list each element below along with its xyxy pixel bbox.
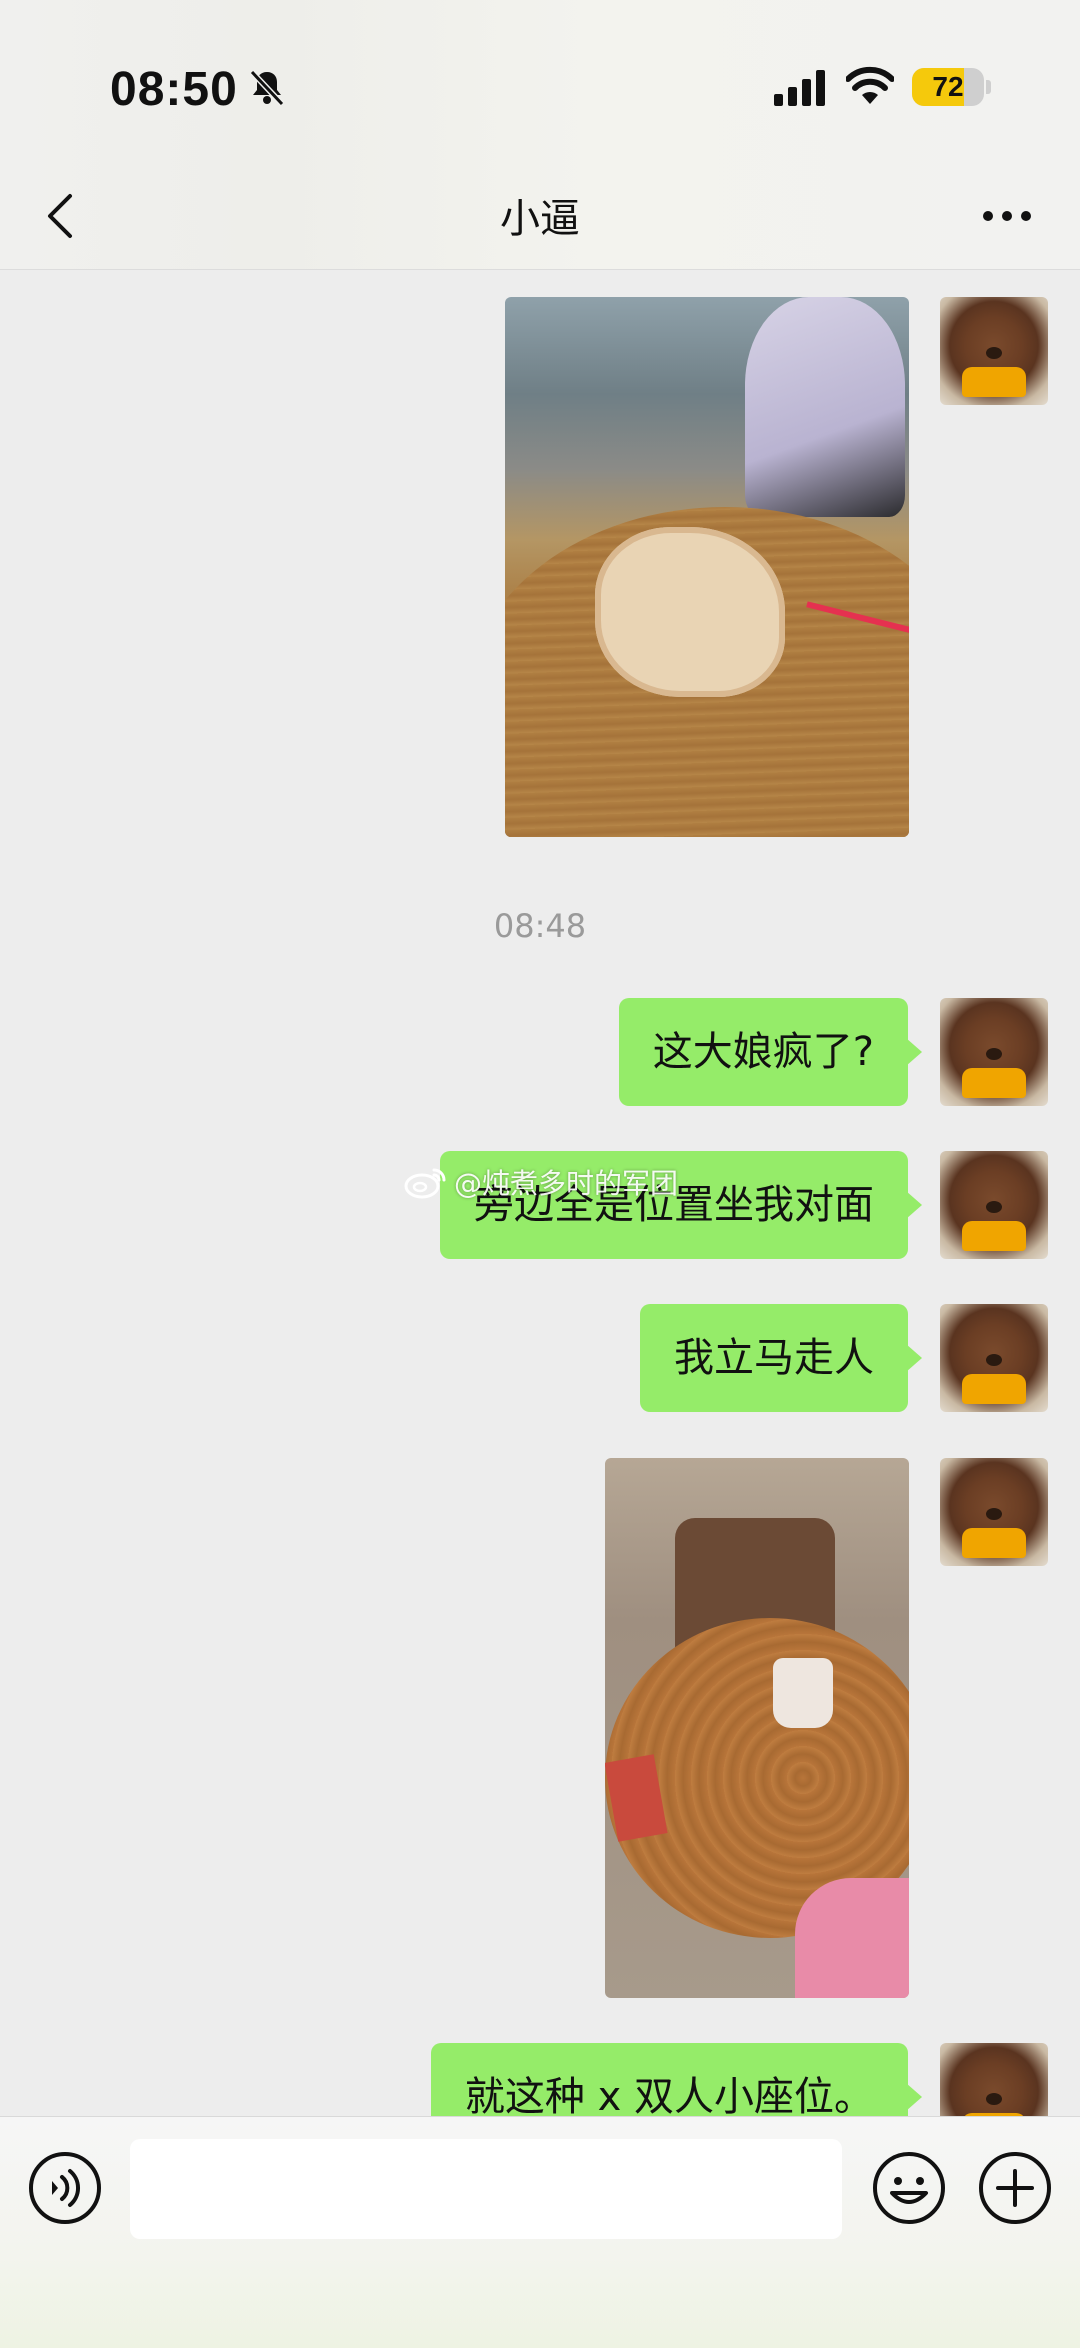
avatar[interactable] xyxy=(940,2043,1048,2116)
voice-input-icon[interactable] xyxy=(28,2151,102,2225)
weibo-logo-icon xyxy=(404,1168,446,1199)
image-message-table-bag[interactable] xyxy=(505,297,909,837)
chat-title: 小逼 xyxy=(500,196,580,242)
photo-cup xyxy=(773,1658,833,1728)
avatar[interactable] xyxy=(940,1458,1048,1566)
chat-timestamp: 08:48 xyxy=(493,907,587,945)
photo-person xyxy=(745,297,905,517)
cellular-signal-icon xyxy=(774,70,825,106)
emoji-icon[interactable] xyxy=(872,2151,946,2225)
photo-paper-bag xyxy=(595,527,785,697)
text-message-bubble[interactable]: 这大娘疯了? xyxy=(618,998,923,1106)
avatar[interactable] xyxy=(940,998,1048,1106)
bell-muted-icon xyxy=(249,69,285,107)
avatar[interactable] xyxy=(940,1304,1048,1412)
text-message-bubble[interactable]: 就这种 x 双人小座位。 xyxy=(430,2043,923,2116)
wifi-icon xyxy=(846,66,894,104)
input-bar xyxy=(0,2116,1080,2348)
message-input[interactable] xyxy=(130,2139,842,2239)
weibo-watermark: @炖煮多时的军团 xyxy=(404,1159,678,1205)
avatar[interactable] xyxy=(940,1151,1048,1259)
text-message-bubble[interactable]: 我立马走人 xyxy=(640,1304,922,1412)
more-options-icon[interactable] xyxy=(982,204,1032,228)
battery-level-text: 72 xyxy=(932,71,964,102)
plus-icon[interactable] xyxy=(978,2151,1052,2225)
photo-pink-clothing xyxy=(795,1878,909,1998)
image-message-table-cup[interactable] xyxy=(605,1458,909,1998)
status-bar: 08:50 72 xyxy=(0,0,1080,160)
watermark-text: @炖煮多时的军团 xyxy=(454,1167,679,1200)
battery-tip xyxy=(986,80,991,94)
chat-header: 小逼 xyxy=(0,160,1080,270)
battery-indicator: 72 xyxy=(912,68,984,106)
chat-messages[interactable]: 08:48 这大娘疯了? 旁边全是位置坐我对面 @炖煮多时的军团 我立马走人 就… xyxy=(0,271,1080,2116)
avatar[interactable] xyxy=(940,297,1048,405)
status-time: 08:50 xyxy=(110,63,238,116)
